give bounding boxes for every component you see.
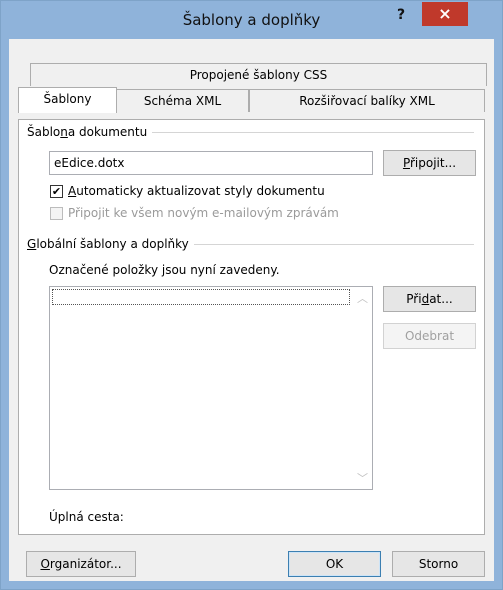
organizer-button[interactable]: Organizátor...	[26, 551, 136, 577]
scroll-up-icon[interactable]: ︿	[357, 290, 368, 306]
tab-xml-schema[interactable]: Schéma XML	[116, 89, 249, 112]
document-template-group-label: Šablona dokumentu	[27, 125, 153, 139]
auto-update-styles-label: Automaticky aktualizovat styly dokumentu	[68, 184, 325, 198]
help-button[interactable]: ?	[387, 5, 415, 27]
global-templates-list[interactable]: ︿ ﹀	[49, 286, 373, 490]
auto-update-styles-row[interactable]: ✔ Automaticky aktualizovat styly dokumen…	[50, 184, 325, 198]
remove-button[interactable]: Odebrat	[383, 323, 476, 349]
list-item[interactable]	[52, 289, 350, 305]
attach-to-all-emails-row: Připojit ke všem novým e-mailovým zprává…	[50, 206, 339, 220]
add-button[interactable]: Přidat...	[383, 286, 476, 312]
tab-templates[interactable]: Šablony	[18, 87, 117, 113]
loaded-items-info: Označené položky jsou nyní zavedeny.	[49, 263, 280, 277]
dialog-client-area: Propojené šablony CSS Šablony Schéma XML…	[9, 39, 494, 581]
cancel-button[interactable]: Storno	[392, 551, 485, 577]
full-path-label: Úplná cesta:	[49, 510, 124, 524]
tab-xml-expansion-packs[interactable]: Rozšiřovací balíky XML	[249, 89, 485, 112]
attach-button[interactable]: Připojit...	[383, 150, 476, 176]
tab-linked-css[interactable]: Propojené šablony CSS	[30, 63, 487, 86]
auto-update-styles-checkbox[interactable]: ✔	[50, 184, 63, 198]
attach-to-all-emails-label: Připojit ke všem novým e-mailovým zprává…	[68, 206, 339, 220]
document-template-field[interactable]: eEdice.dotx	[49, 151, 373, 175]
close-button[interactable]: ×	[422, 2, 468, 26]
title-bar[interactable]: Šablony a doplňky ? ×	[1, 1, 502, 39]
dialog-window: Šablony a doplňky ? × Propojené šablony …	[0, 0, 503, 590]
tab-panel-templates: Šablona dokumentu eEdice.dotx Připojit..…	[18, 119, 485, 535]
scroll-down-icon[interactable]: ﹀	[357, 470, 368, 486]
global-templates-group-label: Globální šablony a doplňky	[27, 237, 194, 251]
attach-to-all-emails-checkbox	[50, 206, 63, 220]
ok-button[interactable]: OK	[288, 551, 381, 577]
